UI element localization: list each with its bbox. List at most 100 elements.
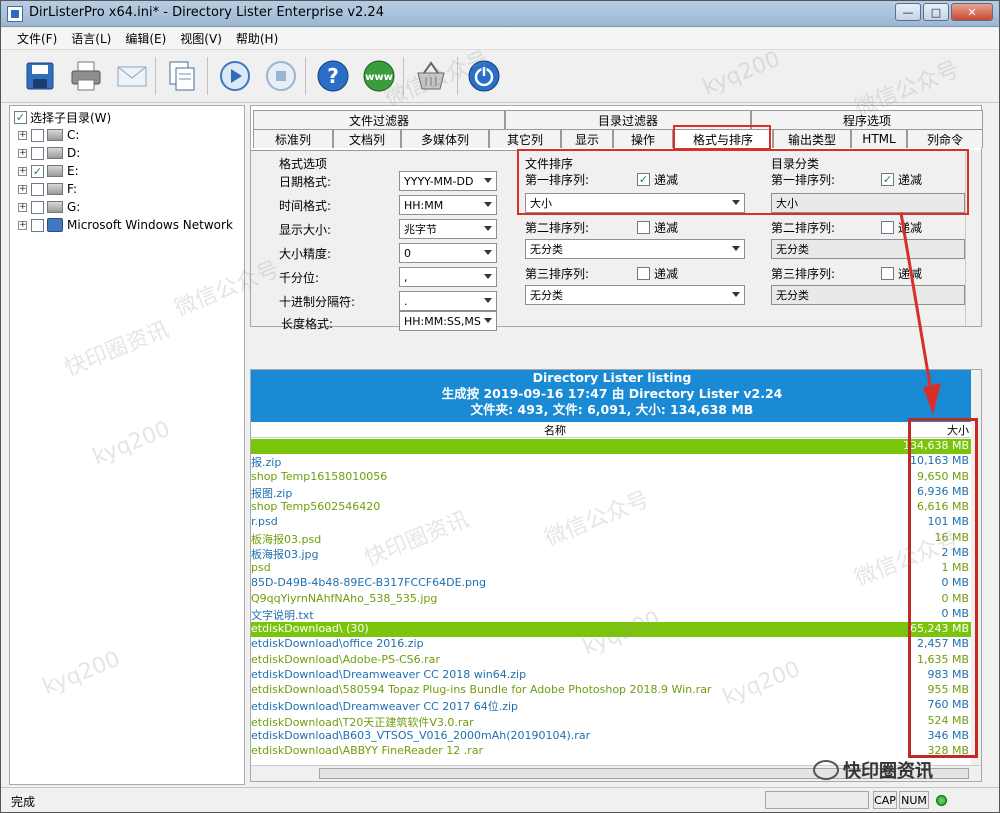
listing-row: r.psd 101 MB (251, 515, 973, 530)
tab-output-type[interactable]: 输出类型 (773, 129, 851, 148)
checkbox[interactable] (637, 267, 650, 280)
listing-row: 板海报03.jpg 2 MB (251, 546, 973, 561)
copy-icon[interactable] (163, 57, 201, 95)
listing-row: etdiskDownload\Dreamweaver CC 2018 win64… (251, 668, 973, 683)
listing-row: Q9qqYiyrnNAhfNAho_538_535.jpg 0 MB (251, 592, 973, 607)
menu-view[interactable]: 视图(V) (180, 30, 222, 47)
file-sort-2-select[interactable]: 无分类 (525, 239, 745, 259)
tab-multimedia-columns[interactable]: 多媒体列 (401, 129, 489, 148)
tree-item-network[interactable]: + Microsoft Windows Network (18, 216, 233, 234)
listing-row: shop Temp16158010056 9,650 MB (251, 470, 973, 485)
listing-row: psd 1 MB (251, 561, 973, 576)
listing-row: etdiskDownload\B603_VTSOS_V016_2000mAh(2… (251, 729, 973, 744)
decimal-sep-select[interactable]: . (399, 291, 497, 311)
expand-icon[interactable]: + (18, 202, 27, 212)
tab-file-filter[interactable]: 文件过滤器 (253, 110, 505, 129)
help-icon[interactable]: ? (314, 57, 352, 95)
listing-row-name: etdiskDownload\ABBYY FineReader 12 .rar (251, 744, 484, 757)
tree-item-d[interactable]: + D: (18, 144, 80, 162)
column-name[interactable]: 名称 (251, 422, 859, 438)
expand-icon[interactable]: + (18, 148, 27, 158)
drive-checkbox[interactable] (31, 128, 44, 142)
tree-item-f[interactable]: + F: (18, 180, 77, 198)
time-format-select[interactable]: HH:MM (399, 195, 497, 215)
tab-operations[interactable]: 操作 (613, 129, 673, 148)
tab-column-commands[interactable]: 列命令 (907, 129, 983, 148)
tab-standard-columns[interactable]: 标准列 (253, 129, 333, 148)
drive-checkbox[interactable] (31, 182, 44, 196)
tab-program-options[interactable]: 程序选项 (751, 110, 983, 129)
dir-sort-3-label: 第三排序列: (771, 267, 836, 281)
listing-row-name: etdiskDownload\B603_VTSOS_V016_2000mAh(2… (251, 728, 591, 742)
expand-icon[interactable]: + (18, 220, 27, 230)
title-bar: DirListerPro x64.ini* - Directory Lister… (1, 1, 999, 27)
stop-icon[interactable] (262, 57, 300, 95)
tree-item-label: G: (67, 200, 81, 214)
tree-item-label: D: (67, 146, 81, 160)
maximize-button[interactable]: □ (923, 3, 949, 21)
drive-checkbox[interactable] (31, 146, 44, 160)
expand-icon[interactable]: + (18, 130, 27, 140)
sort-highlight (517, 149, 969, 215)
listing-row-name: 板海报03.jpg (251, 547, 319, 561)
file-sort-3-select[interactable]: 无分类 (525, 285, 745, 305)
checkbox[interactable] (637, 221, 650, 234)
close-button[interactable]: ✕ (951, 3, 993, 21)
listing-row-name: psd (251, 561, 271, 574)
tab-document-columns[interactable]: 文档列 (333, 129, 401, 148)
tree-root-label: 选择子目录(W) (30, 110, 112, 125)
listing-title: Directory Lister listing (532, 370, 692, 385)
tree-item-e[interactable]: + ✓ E: (18, 162, 79, 180)
drive-icon (47, 165, 63, 177)
email-icon[interactable] (113, 57, 151, 95)
drive-checkbox[interactable]: ✓ (31, 164, 44, 178)
wechat-icon (813, 760, 839, 780)
web-icon[interactable]: www (360, 57, 398, 95)
listing-row-name: shop Temp16158010056 (251, 469, 388, 483)
power-icon[interactable] (465, 57, 503, 95)
directory-tree: ✓ 选择子目录(W) + C: + D: + ✓ E: + F: + G: + … (9, 105, 245, 785)
thousands-select[interactable]: , (399, 267, 497, 287)
listing-row: etdiskDownload\Adobe-PS-CS6.rar 1,635 MB (251, 653, 973, 668)
basket-icon[interactable] (412, 57, 450, 95)
listing-row: 85D-D49B-4b48-89EC-B317FCCF64DE.png 0 MB (251, 576, 973, 591)
print-icon[interactable] (67, 57, 105, 95)
tab-other-columns[interactable]: 其它列 (489, 129, 561, 148)
tree-item-c[interactable]: + C: (18, 126, 79, 144)
decimal-sep-label: 十进制分隔符: (279, 295, 356, 309)
drive-checkbox[interactable] (31, 200, 44, 214)
svg-text:?: ? (327, 64, 339, 88)
network-icon (47, 218, 63, 232)
tab-html[interactable]: HTML (851, 129, 907, 148)
tab-display[interactable]: 显示 (561, 129, 613, 148)
menu-edit[interactable]: 编辑(E) (125, 30, 166, 47)
file-sort-2-desc[interactable]: 递减 (637, 219, 678, 236)
menu-help[interactable]: 帮助(H) (236, 30, 278, 47)
menu-file[interactable]: 文件(F) (17, 30, 57, 47)
menu-language[interactable]: 语言(L) (71, 30, 111, 47)
expand-icon[interactable]: + (18, 184, 27, 194)
date-format-select[interactable]: YYYY-MM-DD (399, 171, 497, 191)
tree-root[interactable]: ✓ 选择子目录(W) (14, 108, 111, 126)
size-display-select[interactable]: 兆字节 (399, 219, 497, 239)
menu-bar: 文件(F) 语言(L) 编辑(E) 视图(V) 帮助(H) (1, 28, 999, 50)
save-icon[interactable] (21, 57, 59, 95)
minimize-button[interactable]: — (895, 3, 921, 21)
run-icon[interactable] (216, 57, 254, 95)
size-precision-select[interactable]: 0 (399, 243, 497, 263)
expand-icon[interactable]: + (18, 166, 27, 176)
chevron-down-icon (484, 178, 492, 183)
status-panel (765, 791, 869, 809)
file-sort-2-label: 第二排序列: (525, 221, 590, 235)
chevron-down-icon (484, 250, 492, 255)
window-title: DirListerPro x64.ini* - Directory Lister… (29, 5, 384, 20)
drive-icon (47, 183, 63, 195)
listing-row-name: 报.zip (251, 456, 282, 470)
listing-row-name: etdiskDownload\T20天正建筑软件V3.0.rar (251, 715, 474, 729)
listing-row-name: shop Temp5602546420 (251, 500, 381, 513)
file-sort-3-desc[interactable]: 递减 (637, 265, 678, 282)
length-format-select[interactable]: HH:MM:SS,MS (399, 311, 497, 331)
root-checkbox[interactable]: ✓ (14, 110, 27, 124)
network-checkbox[interactable] (31, 218, 44, 232)
tree-item-g[interactable]: + G: (18, 198, 80, 216)
